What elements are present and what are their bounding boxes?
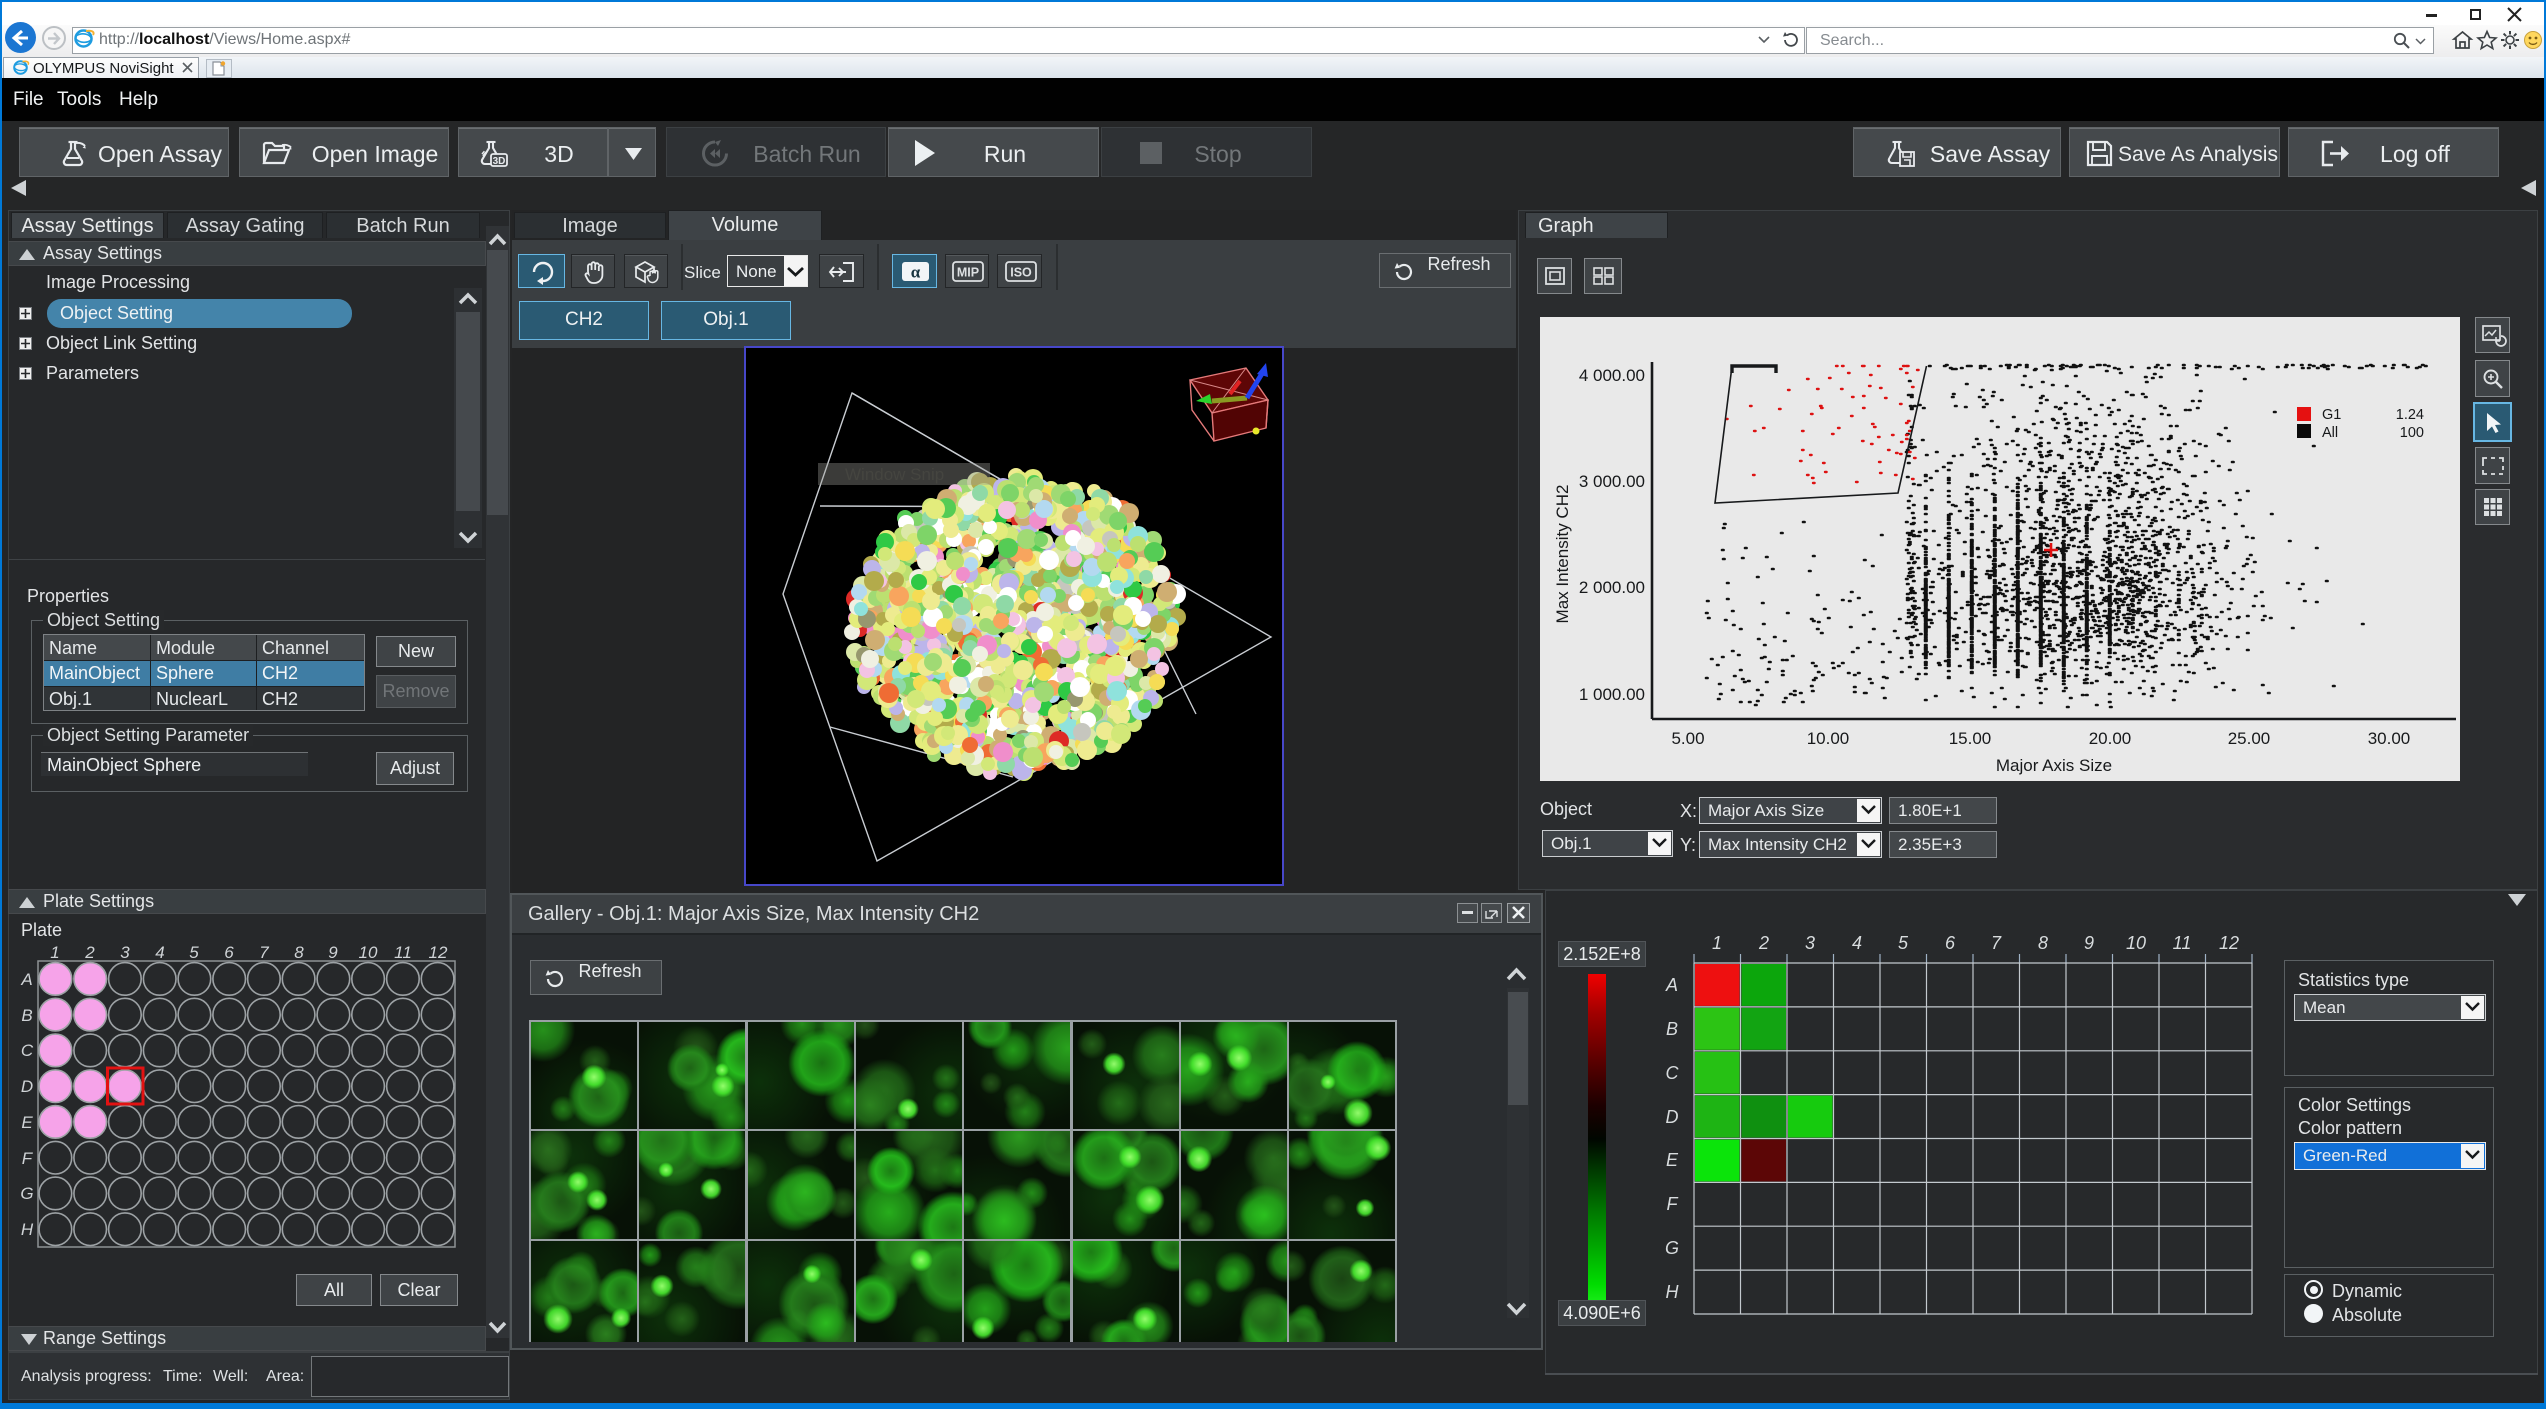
svg-text:B: B [1666,1019,1678,1039]
svg-text:D: D [1666,1107,1679,1127]
svg-text:G: G [1665,1238,1679,1258]
svg-text:5: 5 [1898,933,1909,953]
svg-text:10: 10 [2126,933,2146,953]
svg-text:3: 3 [1805,933,1815,953]
svg-text:8: 8 [2038,933,2048,953]
svg-text:4: 4 [1852,933,1862,953]
svg-text:E: E [1666,1150,1679,1170]
svg-text:1: 1 [1712,933,1722,953]
svg-text:11: 11 [2173,933,2192,953]
svg-text:6: 6 [1945,933,1956,953]
svg-text:9: 9 [2084,933,2094,953]
svg-text:2: 2 [1758,933,1769,953]
svg-text:H: H [1666,1282,1680,1302]
svg-text:12: 12 [2219,933,2239,953]
svg-text:7: 7 [1991,933,2002,953]
svg-text:C: C [1666,1063,1680,1083]
svg-text:A: A [1665,975,1678,995]
svg-text:F: F [1667,1194,1679,1214]
